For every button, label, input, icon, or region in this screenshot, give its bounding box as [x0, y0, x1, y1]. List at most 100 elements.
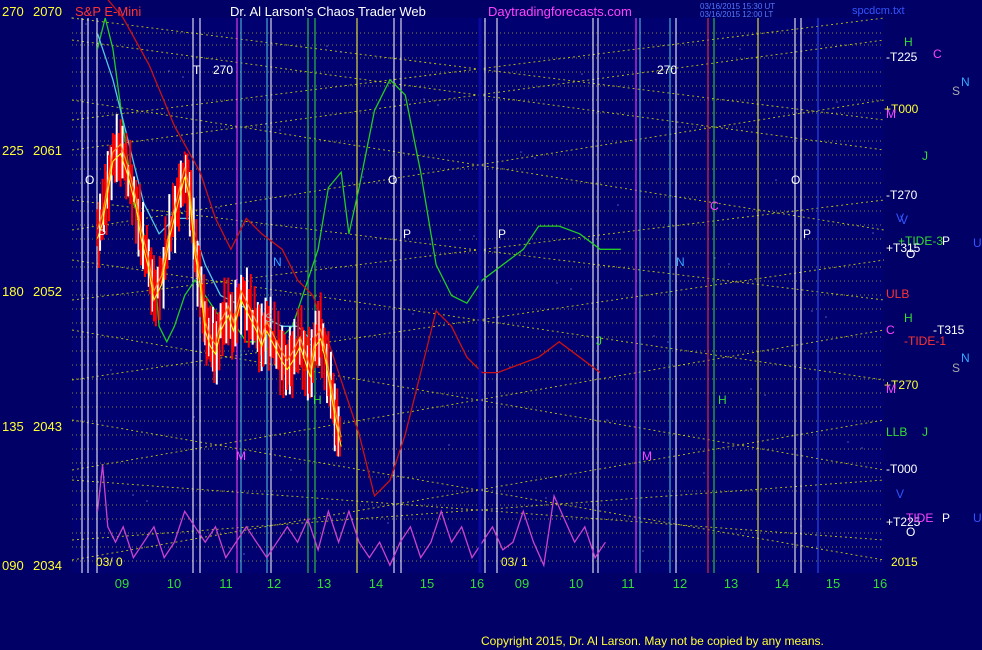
grid-dot: [642, 550, 644, 552]
grid-dot: [861, 447, 863, 449]
grid-dot: [811, 310, 813, 312]
price-tick-label: 2052: [33, 284, 62, 299]
x-tick-label: 12: [673, 576, 687, 591]
right-label: P: [942, 234, 950, 248]
grid-dot: [534, 157, 536, 159]
x-tick-label: 10: [167, 576, 181, 591]
chart-marker: P: [498, 227, 506, 241]
chart-marker: O: [85, 173, 94, 187]
grid-dot: [606, 419, 608, 421]
grid-dot: [423, 98, 425, 100]
grid-dot: [678, 126, 680, 128]
grid-dot: [412, 313, 414, 315]
right-label: H: [904, 35, 913, 49]
grid-dot: [581, 73, 583, 75]
price-tick-label: 2034: [33, 558, 62, 573]
grid-dot: [556, 282, 558, 284]
chart-canvas: 225 180 135 090 2061 2052 2043 2034 09 10 11 12 13 14…: [2, 0, 982, 591]
x-tick-label: 12: [267, 576, 281, 591]
grid-dot: [459, 229, 461, 231]
right-label: -TIDE-1: [904, 334, 946, 348]
right-label: J: [922, 149, 928, 163]
grid-dot: [872, 232, 874, 234]
chart-marker: H: [313, 393, 322, 407]
panel-start-label: 03/ 1: [501, 555, 528, 569]
right-label: P: [942, 511, 950, 525]
chart-marker: J: [596, 334, 602, 348]
price-tick-label: 2043: [33, 419, 62, 434]
x-tick-label: 13: [724, 576, 738, 591]
right-label: -T225: [886, 50, 918, 64]
grid-dot: [617, 204, 619, 206]
grid-dot: [570, 288, 572, 290]
instrument-title: S&P E-Mini: [75, 4, 142, 19]
grid-dot: [387, 522, 389, 524]
grid-dot: [825, 316, 827, 318]
x-tick-label: 13: [317, 576, 331, 591]
chart-marker: M: [236, 449, 246, 463]
right-label: TIDE: [906, 511, 933, 525]
grid-dot: [750, 388, 752, 390]
grid-dot: [168, 70, 170, 72]
grid-dot: [437, 104, 439, 106]
grid-dot: [290, 469, 292, 471]
grid-dot: [132, 494, 134, 496]
x-tick-label: 16: [470, 576, 484, 591]
right-label: N: [961, 351, 970, 365]
grid-dot: [279, 129, 281, 131]
grid-dot: [836, 101, 838, 103]
chart-marker: H: [718, 393, 727, 407]
grid-dot: [847, 441, 849, 443]
timestamp-lt: 03/16/2015 12:00 LT: [700, 10, 774, 19]
grid-dot: [362, 176, 364, 178]
grid-dot: [473, 235, 475, 237]
right-label: J: [922, 425, 928, 439]
chart-marker: O: [791, 173, 800, 187]
chart-marker: S: [265, 311, 273, 325]
grid-dot: [775, 179, 777, 181]
chart-marker: V: [900, 213, 908, 227]
x-tick-label: 11: [219, 576, 233, 591]
chart-marker: 270: [213, 63, 233, 77]
degree-tick-label: 090: [2, 558, 24, 573]
right-label: LLB: [886, 425, 907, 439]
grid-dot: [146, 500, 148, 502]
right-label: O: [906, 525, 915, 539]
copyright-text: Copyright 2015, Dr. Al Larson. May not b…: [481, 634, 824, 648]
x-tick-label: 15: [420, 576, 434, 591]
x-tick-label: 14: [775, 576, 789, 591]
chart-marker: P: [98, 227, 106, 241]
grid-dot: [631, 210, 633, 212]
grid-dot: [376, 182, 378, 184]
right-label: H: [904, 311, 913, 325]
degree-top-label: 270: [2, 4, 24, 19]
degree-tick-label: 180: [2, 284, 24, 299]
x-tick-label: 11: [621, 576, 635, 591]
right-label: O: [906, 247, 915, 261]
right-labels: HC-T225NS+T000MJ-T270V+TIDE-3P U+T315OULB…: [884, 35, 982, 539]
x-tick-label: 09: [515, 576, 529, 591]
right-label: M: [886, 382, 896, 396]
right-label: ULB: [886, 287, 909, 301]
x-tick-label: 15: [826, 576, 840, 591]
right-label: V: [896, 487, 904, 501]
price-top-label: 2070: [33, 4, 62, 19]
grid-dot: [85, 23, 87, 25]
site-title: Dr. Al Larson's Chaos Trader Web: [230, 4, 426, 19]
file-name: spcdcm.txt: [852, 5, 905, 17]
chart-marker: O: [388, 173, 397, 187]
grid-dot: [229, 547, 231, 549]
grid-dot: [218, 207, 220, 209]
right-label: N: [961, 75, 970, 89]
right-label: M: [886, 107, 896, 121]
grid-dot: [653, 335, 655, 337]
grid-dot: [182, 76, 184, 78]
x-tick-label: 16: [873, 576, 887, 591]
right-label: U: [973, 236, 982, 250]
grid-dot: [110, 369, 112, 371]
right-label: +T315: [886, 241, 921, 255]
grid-dot: [71, 17, 73, 19]
chart-marker: P: [403, 227, 411, 241]
grid-dot: [667, 341, 669, 343]
grid-dot: [326, 45, 328, 47]
